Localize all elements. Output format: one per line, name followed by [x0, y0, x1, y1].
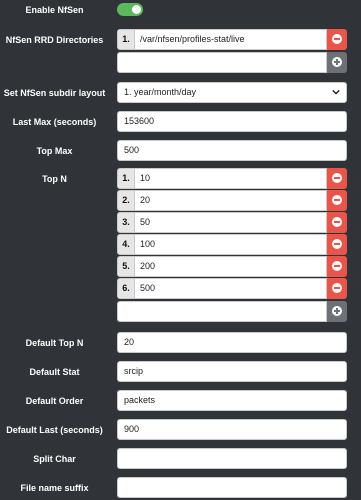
split-char-input[interactable] [117, 448, 347, 469]
top-max-row: Top Max 500 [0, 140, 361, 161]
default-top-n-input[interactable]: 20 [117, 332, 347, 353]
file-suffix-label: File name suffix [20, 483, 89, 493]
minus-circle-icon [332, 283, 342, 293]
rrd-directories-label: NfSen RRD Directories [5, 35, 104, 45]
enable-nfsen-toggle[interactable] [117, 3, 143, 16]
rrd-dir-index: 1. [117, 29, 135, 50]
top-n-input[interactable]: 50 [135, 212, 327, 233]
new-rrd-dir-input[interactable] [117, 52, 327, 73]
top-n-input[interactable]: 10 [135, 168, 327, 189]
add-top-n-button[interactable] [327, 301, 347, 322]
top-n-input[interactable]: 200 [135, 256, 327, 277]
default-order-row: Default Order packets [0, 390, 361, 411]
plus-circle-icon [332, 57, 342, 67]
top-n-index: 6. [117, 278, 135, 299]
plus-circle-icon [332, 306, 342, 316]
top-n-index: 1. [117, 168, 135, 189]
minus-circle-icon [332, 261, 342, 271]
top-max-input[interactable]: 500 [117, 140, 347, 161]
top-max-label: Top Max [36, 146, 73, 156]
default-top-n-label: Default Top N [25, 338, 84, 348]
top-n-input[interactable]: 20 [135, 190, 327, 211]
default-last-input[interactable]: 900 [117, 419, 347, 440]
top-n-input[interactable]: 100 [135, 234, 327, 255]
new-top-n-input[interactable] [117, 301, 327, 322]
subdir-layout-value: 1. year/month/day [124, 87, 197, 97]
remove-top-n-button[interactable] [327, 168, 347, 189]
top-n-label: Top N [42, 174, 67, 184]
remove-top-n-button[interactable] [327, 256, 347, 277]
rrd-dir-input[interactable]: /var/nfsen/profiles-stat/live [135, 29, 327, 50]
minus-circle-icon [332, 195, 342, 205]
add-rrd-dir-button[interactable] [327, 52, 347, 73]
split-char-row: Split Char [0, 448, 361, 469]
default-stat-input[interactable]: srcip [117, 361, 347, 382]
last-max-row: Last Max (seconds) 153600 [0, 111, 361, 132]
split-char-label: Split Char [33, 454, 76, 464]
default-last-label: Default Last (seconds) [6, 425, 103, 435]
remove-top-n-button[interactable] [327, 212, 347, 233]
subdir-layout-row: Set NfSen subdir layout 1. year/month/da… [0, 82, 361, 103]
enable-nfsen-row: Enable NfSen [0, 1, 361, 18]
rrd-directories-row: NfSen RRD Directories 1. /var/nfsen/prof… [0, 29, 361, 73]
top-n-input[interactable]: 500 [135, 278, 327, 299]
last-max-label: Last Max (seconds) [12, 117, 97, 127]
last-max-input[interactable]: 153600 [117, 111, 347, 132]
toggle-knob [132, 5, 141, 14]
minus-circle-icon [332, 239, 342, 249]
top-n-index: 5. [117, 256, 135, 277]
default-top-n-row: Default Top N 20 [0, 332, 361, 353]
top-n-index: 4. [117, 234, 135, 255]
file-suffix-row: File name suffix [0, 477, 361, 498]
minus-circle-icon [332, 173, 342, 183]
top-n-index: 3. [117, 212, 135, 233]
default-stat-label: Default Stat [29, 367, 80, 377]
default-last-row: Default Last (seconds) 900 [0, 419, 361, 440]
subdir-layout-select[interactable]: 1. year/month/day [117, 82, 347, 103]
file-suffix-input[interactable] [117, 477, 347, 498]
remove-top-n-button[interactable] [327, 190, 347, 211]
remove-top-n-button[interactable] [327, 278, 347, 299]
top-n-index: 2. [117, 190, 135, 211]
minus-circle-icon [332, 217, 342, 227]
default-order-label: Default Order [25, 396, 84, 406]
default-order-input[interactable]: packets [117, 390, 347, 411]
top-n-row: Top N 1. 10 2. 20 3. 50 4. 100 5. 200 6.… [0, 168, 361, 322]
subdir-layout-label: Set NfSen subdir layout [3, 88, 106, 98]
remove-top-n-button[interactable] [327, 234, 347, 255]
remove-rrd-dir-button[interactable] [327, 29, 347, 50]
chevron-down-icon [332, 89, 340, 95]
enable-nfsen-label: Enable NfSen [25, 5, 84, 15]
minus-circle-icon [332, 34, 342, 44]
default-stat-row: Default Stat srcip [0, 361, 361, 382]
